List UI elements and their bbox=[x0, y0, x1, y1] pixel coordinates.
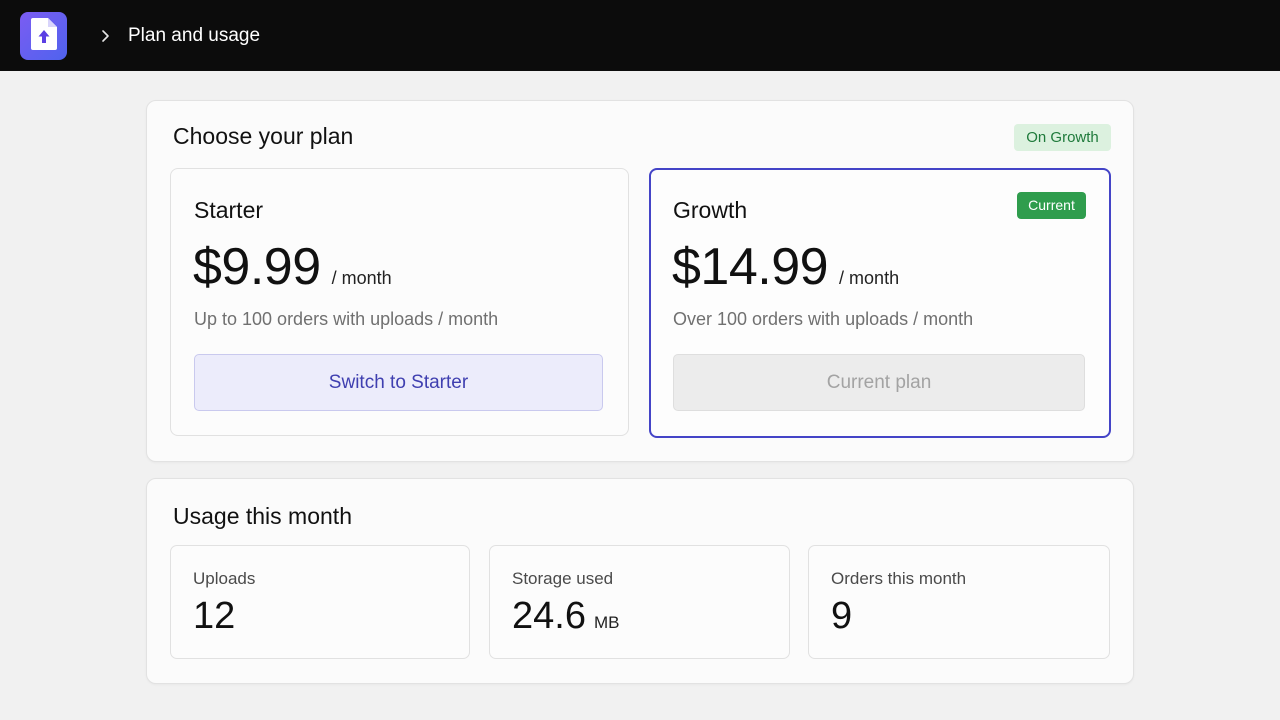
usage-title: Usage this month bbox=[173, 503, 352, 529]
plan-name: Growth bbox=[673, 197, 748, 223]
current-badge: Current bbox=[1017, 192, 1086, 219]
stat-label: Uploads bbox=[193, 569, 256, 588]
stat-unit: MB bbox=[593, 613, 620, 632]
plan-price-row: $9.99 / month bbox=[193, 237, 392, 297]
stat-value: 24.6 bbox=[512, 595, 586, 637]
plan-period: / month bbox=[331, 268, 392, 288]
stat-storage: Storage used 24.6 MB bbox=[489, 545, 790, 659]
switch-to-starter-button[interactable]: Switch to Starter bbox=[194, 354, 603, 411]
stat-uploads: Uploads 12 bbox=[170, 545, 470, 659]
stat-value-row: 9 bbox=[831, 595, 852, 638]
plan-price: $14.99 bbox=[672, 238, 829, 296]
plan-name: Starter bbox=[194, 197, 264, 223]
page-title: Plan and usage bbox=[128, 25, 261, 46]
plan-description: Up to 100 orders with uploads / month bbox=[194, 309, 499, 329]
stat-orders: Orders this month 9 bbox=[808, 545, 1110, 659]
plans-title: Choose your plan bbox=[173, 123, 354, 149]
stat-value: 12 bbox=[193, 595, 236, 637]
status-badge: On Growth bbox=[1014, 124, 1111, 151]
usage-card: Usage this month Uploads 12 Storage used… bbox=[146, 478, 1134, 684]
chevron-right-icon bbox=[98, 24, 112, 48]
current-plan-button: Current plan bbox=[673, 354, 1085, 411]
plan-period: / month bbox=[839, 268, 900, 288]
stat-value: 9 bbox=[831, 595, 853, 637]
plan-card-starter: Starter $9.99 / month Up to 100 orders w… bbox=[170, 168, 629, 436]
plan-card-growth: Growth Current $14.99 / month Over 100 o… bbox=[649, 168, 1111, 438]
plans-card: Choose your plan On Growth Starter $9.99… bbox=[146, 100, 1134, 462]
top-bar: Plan and usage bbox=[0, 0, 1280, 71]
plan-price-row: $14.99 / month bbox=[672, 237, 899, 297]
stat-label: Storage used bbox=[512, 569, 614, 588]
stat-label: Orders this month bbox=[831, 569, 967, 588]
stat-value-row: 12 bbox=[193, 595, 235, 638]
upload-file-icon bbox=[30, 17, 58, 56]
stat-value-row: 24.6 MB bbox=[512, 595, 619, 638]
app-logo[interactable] bbox=[20, 12, 67, 60]
plan-description: Over 100 orders with uploads / month bbox=[673, 309, 974, 329]
plan-price: $9.99 bbox=[193, 238, 321, 296]
